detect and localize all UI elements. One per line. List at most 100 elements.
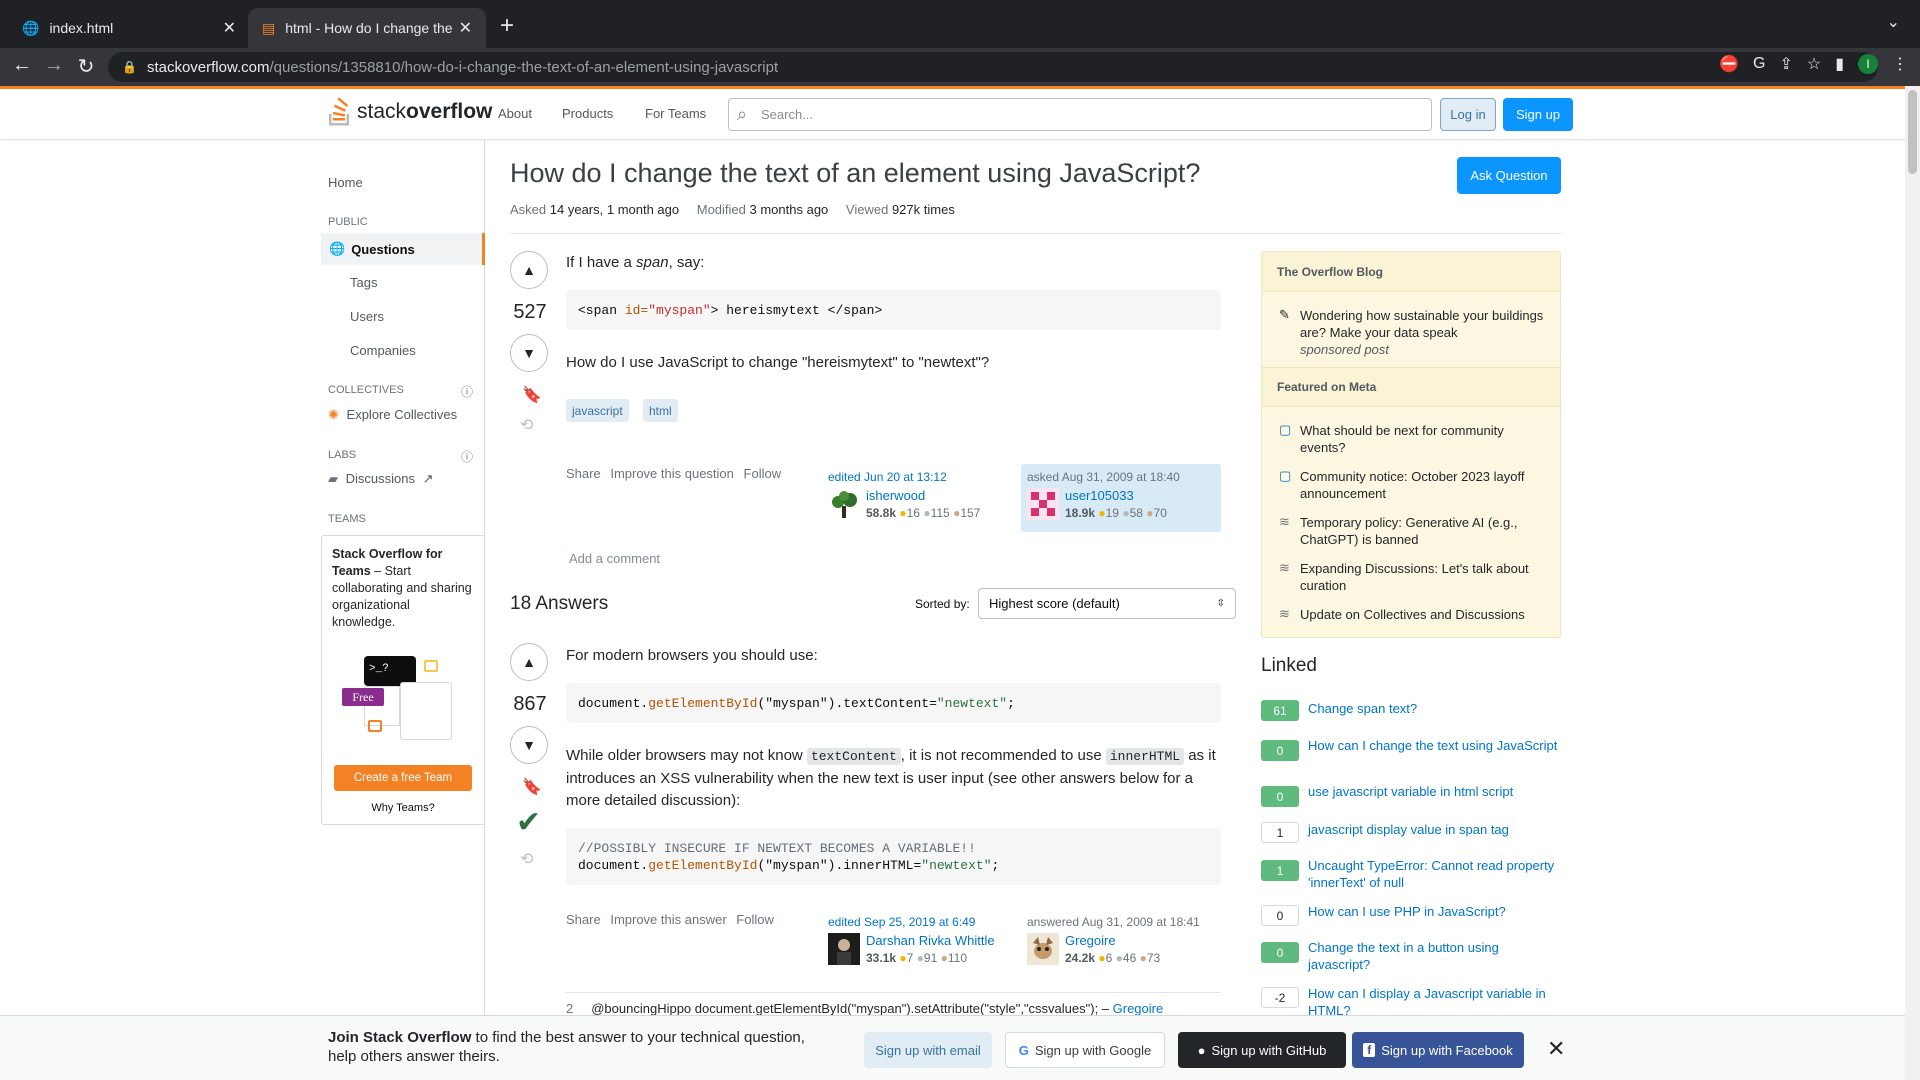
question-title[interactable]: How do I change the text of an element u…	[510, 158, 1200, 189]
info-icon[interactable]: ⓘ	[461, 383, 473, 400]
user-name-link[interactable]: user105033	[1065, 488, 1134, 503]
linked-score-badge: -2	[1261, 987, 1299, 1008]
share-link[interactable]: Share	[566, 912, 601, 927]
search-input[interactable]: ⌕ Search...	[728, 98, 1432, 131]
back-arrow-icon[interactable]: ←	[10, 54, 34, 77]
rep-score: 24.2k	[1065, 951, 1096, 965]
avatar[interactable]	[1027, 488, 1059, 520]
sidebar-item-explore-collectives[interactable]: ✺ Explore Collectives	[328, 407, 457, 423]
meta-item[interactable]: Temporary policy: Generative AI (e.g., C…	[1300, 514, 1550, 548]
sidebar-item-companies[interactable]: Companies	[350, 343, 416, 358]
left-sidebar: Home PUBLIC 🌐 Questions Tags Users Compa…	[321, 140, 485, 1080]
follow-link[interactable]: Follow	[744, 466, 782, 481]
history-icon[interactable]: ⟲	[520, 415, 533, 435]
signup-email-button[interactable]: Sign up with email	[864, 1032, 992, 1068]
tab-search-chevron-icon[interactable]: ⌄	[1887, 12, 1900, 32]
linked-question-link[interactable]: How can I display a Javascript variable …	[1308, 985, 1558, 1019]
linked-question-link[interactable]: use javascript variable in html script	[1308, 783, 1558, 800]
signup-github-button[interactable]: ● Sign up with GitHub	[1178, 1032, 1346, 1068]
nav-for-teams[interactable]: For Teams	[645, 106, 706, 121]
site-header: stack overflow About Products For Teams ⌕…	[0, 89, 1905, 140]
user-name-link[interactable]: Darshan Rivka Whittle	[866, 933, 995, 948]
edited-link[interactable]: edited Sep 25, 2019 at 6:49	[828, 915, 1016, 929]
answer-upvote-button[interactable]: ▲	[510, 643, 548, 681]
stackoverflow-logo[interactable]: stack overflow	[327, 97, 492, 127]
close-tab-icon[interactable]: ✕	[223, 18, 236, 38]
edited-link[interactable]: edited Jun 20 at 13:12	[828, 470, 1016, 484]
avatar[interactable]	[828, 488, 860, 520]
close-tab-icon[interactable]: ✕	[459, 18, 472, 38]
linked-question-link[interactable]: Change span text?	[1308, 700, 1558, 717]
reload-icon[interactable]: ↻	[74, 54, 98, 79]
user-name-link[interactable]: Gregoire	[1065, 933, 1116, 948]
meta-item[interactable]: Update on Collectives and Discussions	[1300, 606, 1550, 623]
tag-html[interactable]: html	[643, 399, 678, 422]
extension-icon[interactable]: ⛔	[1719, 54, 1739, 74]
signup-facebook-button[interactable]: f Sign up with Facebook	[1352, 1032, 1524, 1068]
linked-question-link[interactable]: How can I change the text using JavaScri…	[1308, 737, 1558, 754]
scrollbar-thumb[interactable]	[1908, 90, 1917, 174]
sidebar-item-discussions[interactable]: ▰ Discussions ↗	[328, 471, 434, 487]
tag-javascript[interactable]: javascript	[566, 399, 629, 422]
linked-question-link[interactable]: javascript display value in span tag	[1308, 821, 1558, 838]
nav-about[interactable]: About	[498, 106, 532, 121]
follow-link[interactable]: Follow	[736, 912, 774, 927]
bronze-count: 73	[1146, 951, 1161, 965]
meta-item[interactable]: What should be next for community events…	[1300, 422, 1550, 456]
close-icon[interactable]: ✕	[1547, 1036, 1565, 1062]
sorted-by-label: Sorted by:	[915, 597, 970, 611]
menu-kebab-icon[interactable]: ⋮	[1892, 54, 1908, 74]
history-icon[interactable]: ⟲	[520, 849, 533, 869]
new-tab-icon[interactable]: +	[500, 12, 514, 40]
linked-question-link[interactable]: Uncaught TypeError: Cannot read property…	[1308, 857, 1558, 891]
checklist-icon	[400, 682, 452, 740]
add-comment-link[interactable]: Add a comment	[569, 551, 660, 566]
signup-button[interactable]: Sign up	[1503, 98, 1573, 131]
modified-value[interactable]: 3 months ago	[750, 202, 829, 217]
browser-tab-stackoverflow[interactable]: ▤ html - How do I change the tex ✕	[248, 8, 486, 48]
user-name-link[interactable]: isherwood	[866, 488, 925, 503]
linked-score-badge: 61	[1261, 700, 1299, 721]
bookmark-icon[interactable]: 🔖	[522, 777, 542, 797]
sidepanel-icon[interactable]: ▮	[1835, 54, 1844, 74]
why-teams-link[interactable]: Why Teams?	[322, 800, 484, 817]
bookmark-star-icon[interactable]: ☆	[1807, 54, 1821, 74]
page-scrollbar[interactable]	[1905, 86, 1920, 1080]
button-label: Sign up with Google	[1034, 1042, 1152, 1058]
signup-google-button[interactable]: G Sign up with Google	[1005, 1032, 1165, 1068]
answer-downvote-button[interactable]: ▼	[510, 726, 548, 764]
sidebar-item-tags[interactable]: Tags	[350, 275, 377, 290]
google-icon[interactable]: G	[1753, 55, 1765, 73]
improve-answer-link[interactable]: Improve this answer	[610, 912, 726, 927]
forward-arrow-icon[interactable]: →	[42, 54, 66, 77]
sidebar-item-users[interactable]: Users	[350, 309, 384, 324]
share-link[interactable]: Share	[566, 466, 601, 481]
bookmark-icon[interactable]: 🔖	[522, 385, 542, 405]
meta-item[interactable]: Expanding Discussions: Let's talk about …	[1300, 560, 1550, 594]
improve-question-link[interactable]: Improve this question	[610, 466, 734, 481]
sidebar-caption-teams: TEAMS	[328, 513, 366, 525]
sidebar-item-questions[interactable]: 🌐 Questions	[321, 233, 485, 265]
comment-author-link[interactable]: Gregoire	[1113, 1001, 1164, 1016]
meta-item[interactable]: Community notice: October 2023 layoff an…	[1300, 468, 1550, 502]
browser-tab-index[interactable]: 🌐 index.html ✕	[8, 8, 250, 48]
avatar[interactable]	[1027, 933, 1059, 965]
question-upvote-button[interactable]: ▲	[510, 251, 548, 289]
sidebar-item-home[interactable]: Home	[328, 175, 363, 190]
url-field[interactable]: 🔒 stackoverflow.com /questions/1358810/h…	[108, 52, 1878, 82]
pencil-icon: ✎	[1279, 307, 1290, 322]
ask-question-button[interactable]: Ask Question	[1457, 157, 1561, 194]
share-icon[interactable]: ⇪	[1779, 54, 1792, 74]
question-downvote-button[interactable]: ▼	[510, 334, 548, 372]
avatar[interactable]	[828, 933, 860, 965]
login-button[interactable]: Log in	[1440, 98, 1496, 131]
create-team-button[interactable]: Create a free Team	[334, 765, 472, 791]
gold-count: 16	[906, 506, 920, 520]
nav-products[interactable]: Products	[562, 106, 613, 121]
info-icon[interactable]: ⓘ	[461, 448, 473, 465]
profile-avatar[interactable]: I	[1858, 54, 1878, 74]
linked-question-link[interactable]: Change the text in a button using javasc…	[1308, 939, 1558, 973]
sort-select[interactable]: Highest score (default) ⇳	[978, 588, 1236, 619]
blog-post-link[interactable]: Wondering how sustainable your buildings…	[1300, 307, 1550, 358]
linked-question-link[interactable]: How can I use PHP in JavaScript?	[1308, 903, 1558, 920]
